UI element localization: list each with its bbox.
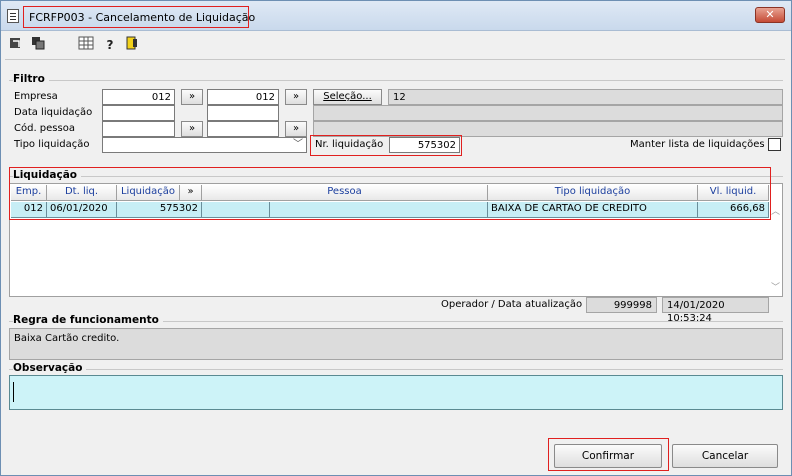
nr-liquidacao-input[interactable]: 575302 bbox=[389, 137, 460, 153]
empresa-to-lookup-button[interactable]: » bbox=[285, 89, 307, 105]
data-liquidacao-to-input[interactable] bbox=[207, 105, 279, 121]
observacao-group-line bbox=[9, 369, 783, 370]
operador-label: Operador / Data atualização bbox=[441, 299, 583, 310]
empresa-from-input[interactable]: 012 bbox=[102, 89, 175, 105]
cod-pessoa-from-input[interactable] bbox=[102, 121, 175, 137]
filtro-title: Filtro bbox=[13, 73, 49, 85]
toolbar: ? bbox=[1, 32, 791, 58]
operador-value: 999998 bbox=[586, 297, 657, 313]
tipo-liquidacao-label: Tipo liquidação bbox=[14, 139, 90, 150]
data-atualizacao-value: 14/01/2020 10:53:24 bbox=[662, 297, 769, 324]
calculator-icon[interactable] bbox=[77, 36, 95, 54]
cod-pessoa-to-lookup-button[interactable]: » bbox=[285, 121, 307, 137]
cancelar-button[interactable]: Cancelar bbox=[672, 444, 778, 468]
confirmar-button[interactable]: Confirmar bbox=[554, 444, 662, 468]
observacao-title: Observação bbox=[13, 362, 87, 374]
data-liquidacao-from-input[interactable] bbox=[102, 105, 175, 121]
nr-liquidacao-label: Nr. liquidação bbox=[315, 139, 384, 150]
cod-pessoa-lookup-button[interactable]: » bbox=[181, 121, 203, 137]
title-highlight: FCRFP003 - Cancelamento de Liquidação bbox=[23, 6, 255, 28]
tipo-liquidacao-select[interactable]: ﹀ bbox=[102, 137, 307, 153]
filtro-group-line bbox=[9, 80, 783, 81]
data-liquidacao-label: Data liquidação bbox=[14, 107, 93, 118]
regra-title: Regra de funcionamento bbox=[13, 314, 163, 326]
scroll-up-icon[interactable]: ︿ bbox=[771, 204, 780, 217]
liquidacao-highlight bbox=[9, 167, 771, 220]
scroll-down-icon[interactable]: ﹀ bbox=[771, 280, 780, 293]
selecao-value: 12 bbox=[388, 89, 783, 105]
cod-pessoa-to-input[interactable] bbox=[207, 121, 279, 137]
close-button[interactable]: ✕ bbox=[755, 7, 785, 23]
cod-pessoa-label: Cód. pessoa bbox=[14, 123, 75, 134]
door-icon[interactable] bbox=[123, 36, 141, 54]
observacao-input[interactable] bbox=[9, 375, 783, 410]
regra-text: Baixa Cartão credito. bbox=[9, 328, 783, 360]
manter-lista-label: Manter lista de liquidações bbox=[630, 139, 765, 150]
manter-lista-checkbox[interactable] bbox=[768, 138, 781, 151]
help-icon[interactable]: ? bbox=[101, 36, 119, 54]
selecao-label: Seleção... bbox=[323, 91, 372, 102]
text-caret bbox=[13, 382, 14, 402]
toolbar-divider bbox=[5, 59, 785, 60]
document-icon bbox=[7, 9, 19, 23]
title-bar: FCRFP003 - Cancelamento de Liquidação ✕ bbox=[1, 1, 791, 31]
empresa-lookup-button[interactable]: » bbox=[181, 89, 203, 105]
chevron-down-icon: ﹀ bbox=[293, 139, 303, 150]
empresa-to-input[interactable]: 012 bbox=[207, 89, 279, 105]
empresa-label: Empresa bbox=[14, 91, 58, 102]
copy-icon[interactable] bbox=[29, 36, 47, 54]
window-title: FCRFP003 - Cancelamento de Liquidação bbox=[29, 11, 256, 24]
selecao-button[interactable]: Seleção... bbox=[313, 89, 382, 105]
main-window: FCRFP003 - Cancelamento de Liquidação ✕ … bbox=[0, 0, 792, 476]
data-liquidacao-readonly bbox=[313, 105, 783, 121]
exit-icon[interactable] bbox=[7, 36, 25, 54]
